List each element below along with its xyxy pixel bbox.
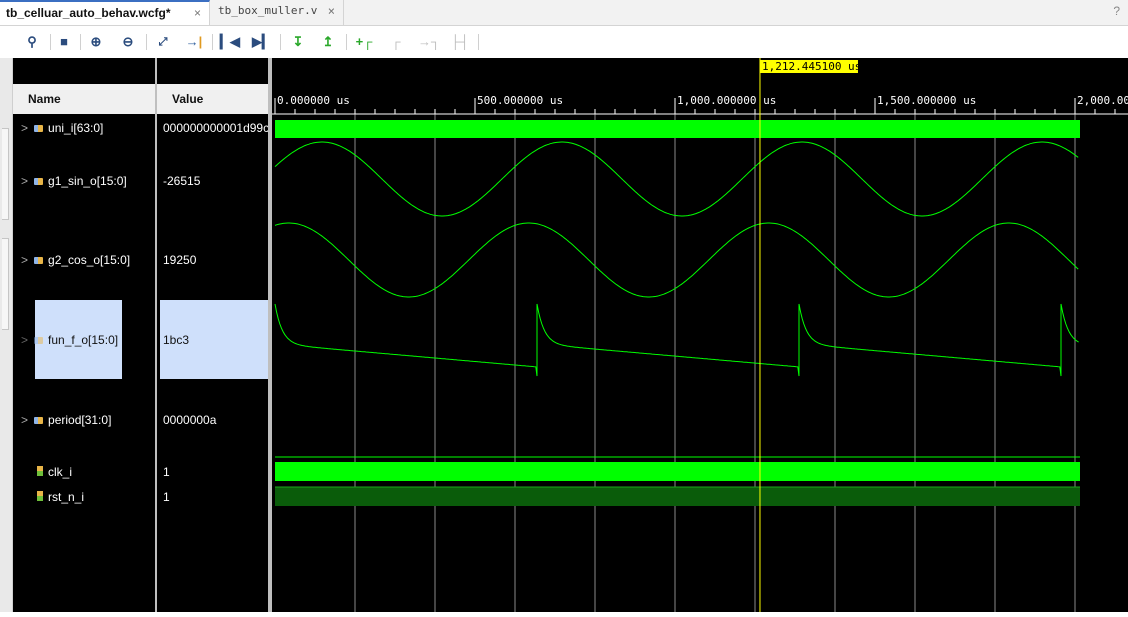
save-icon[interactable]: ■ (54, 32, 74, 52)
name-column-header[interactable]: Name (13, 84, 155, 114)
signal-name: fun_f_o[15:0] (48, 333, 119, 347)
side-dock-strip (0, 58, 13, 612)
signal-name: clk_i (48, 465, 73, 479)
zoom-in-icon[interactable]: ⊕ (86, 32, 106, 52)
next-transition-icon[interactable]: ↥ (318, 32, 338, 52)
previous-marker-icon[interactable]: ┌ (386, 32, 406, 52)
signal-value: 0000000a (163, 413, 217, 427)
ruler-tick-label: 0.000000 us (277, 94, 350, 107)
waveform-fun-f-o[interactable] (274, 303, 1079, 377)
waveform-uni-i[interactable] (275, 120, 1080, 138)
signal-name: uni_i[63:0] (48, 121, 104, 135)
signal-name-panel: Name > uni_i[63:0] > g1_sin_o[15:0] > g2_co… (13, 58, 155, 612)
close-tab-icon[interactable]: × (328, 0, 335, 22)
bus-icon (34, 417, 44, 424)
signal-row-fun-f-o[interactable]: > fun_f_o[15:0] (21, 333, 118, 347)
signal-row-period[interactable]: > period[31:0] (21, 413, 111, 427)
time-ruler[interactable]: 0.000000 us 500.000000 us 1,000.000000 us 1… (272, 94, 1128, 115)
next-marker-icon[interactable]: →┐ (418, 32, 440, 52)
value-column-header[interactable]: Value (157, 84, 268, 114)
tab-label: tb_celluar_auto_behav.wcfg* (6, 6, 171, 20)
go-to-start-icon[interactable]: ▎◀ (220, 32, 240, 52)
signal-value: 1 (163, 490, 170, 504)
tab-celluar-auto-wcfg[interactable]: tb_celluar_auto_behav.wcfg* × (0, 0, 210, 25)
ruler-tick-label: 1,500.000000 us (877, 94, 976, 107)
ruler-tick-label: 2,000.00 (1077, 94, 1128, 107)
signal-value: 19250 (163, 253, 197, 267)
add-marker-icon[interactable]: +┌ (354, 32, 374, 52)
signal-name: g1_sin_o[15:0] (48, 174, 127, 188)
waveform-canvas[interactable]: 0.000000 us 500.000000 us 1,000.000000 us 1… (272, 58, 1128, 612)
signal-name: g2_cos_o[15:0] (48, 253, 131, 267)
swap-cursors-icon[interactable]: ├┤ (450, 32, 470, 52)
signal-value: 1bc3 (163, 333, 190, 347)
signal-name: rst_n_i (48, 490, 85, 504)
waveform-rst-n-i[interactable] (275, 486, 1080, 506)
expand-chevron-icon[interactable]: > (21, 253, 28, 267)
go-to-cursor-icon[interactable]: →| (184, 32, 204, 52)
bit-signal-icon (37, 466, 43, 476)
signal-name: period[31:0] (48, 413, 112, 427)
waveform-clk-i[interactable] (275, 462, 1080, 481)
signal-row-uni-i[interactable]: > uni_i[63:0] (21, 121, 103, 135)
bus-icon (34, 337, 44, 344)
ruler-tick-label: 500.000000 us (477, 94, 563, 107)
bus-icon (34, 125, 44, 132)
signal-value: 1 (163, 465, 170, 479)
search-icon[interactable]: ⚲ (22, 32, 42, 52)
zoom-fit-icon[interactable]: ⤢ (153, 32, 173, 52)
waveform-g2-cos-o[interactable] (274, 222, 1079, 298)
time-grid (354, 114, 1076, 612)
signal-row-g2-cos-o[interactable]: > g2_cos_o[15:0] (21, 253, 130, 267)
ruler-tick-label: 1,000.000000 us (677, 94, 776, 107)
tab-label: tb_box_muller.v (218, 4, 318, 17)
cursor-time-label: 1,212.445100 us (762, 60, 861, 73)
signal-row-rst-n-i[interactable]: rst_n_i (37, 490, 84, 504)
expand-chevron-icon[interactable]: > (21, 413, 28, 427)
signal-value: -26515 (163, 174, 201, 188)
editor-tab-bar: tb_celluar_auto_behav.wcfg* × tb_box_mul… (0, 0, 1128, 26)
expand-chevron-icon[interactable]: > (21, 121, 28, 135)
expand-chevron-icon[interactable]: > (21, 333, 28, 347)
expand-chevron-icon[interactable]: > (21, 174, 28, 188)
previous-transition-icon[interactable]: ↧ (288, 32, 308, 52)
signal-row-clk-i[interactable]: clk_i (37, 465, 72, 479)
time-cursor[interactable]: 1,212.445100 us (759, 58, 861, 612)
zoom-out-icon[interactable]: ⊖ (118, 32, 138, 52)
bit-signal-icon (37, 491, 43, 501)
bus-icon (34, 257, 44, 264)
waveform-svg[interactable]: 0.000000 us 500.000000 us 1,000.000000 us 1… (272, 58, 1128, 612)
signal-row-g1-sin-o[interactable]: > g1_sin_o[15:0] (21, 174, 127, 188)
help-icon[interactable]: ? (1113, 4, 1120, 18)
waveform-g1-sin-o[interactable] (274, 141, 1079, 217)
bus-icon (34, 178, 44, 185)
close-tab-icon[interactable]: × (194, 2, 201, 24)
signal-value-panel: Value 000000000001d99c -26515 19250 1bc3… (157, 58, 270, 612)
signal-value: 000000000001d99c (163, 121, 270, 135)
waveform-toolbar: ⚲ ■ ⊕ ⊖ ⤢ →| ▎◀ ▶▎ ↧ ↥ +┌ ┌ →┐ ├┤ (0, 26, 1128, 59)
tab-box-muller-v[interactable]: tb_box_muller.v × (212, 0, 344, 25)
go-to-end-icon[interactable]: ▶▎ (252, 32, 272, 52)
